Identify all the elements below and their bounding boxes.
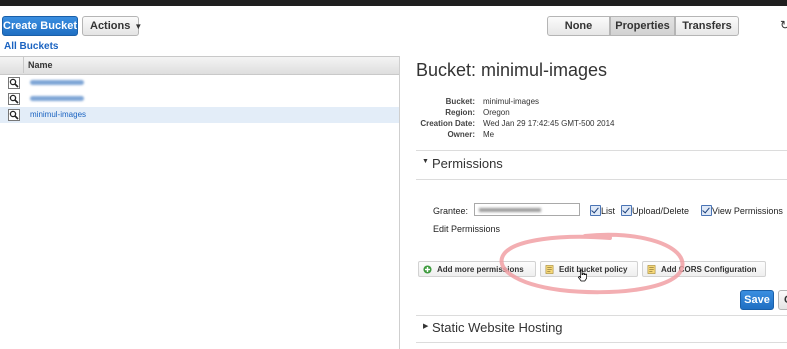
view-permissions-label: View Permissions <box>712 206 783 216</box>
field-value: minimul-images <box>483 97 540 106</box>
field-label: Owner: <box>447 130 475 139</box>
list-checkbox[interactable] <box>590 205 601 216</box>
bucket-row-selected[interactable]: minimul-images <box>0 107 399 123</box>
permissions-heading: Permissions <box>432 156 503 171</box>
field-value: Wed Jan 29 17:42:45 GMT-500 2014 <box>483 119 615 128</box>
view-permissions-checkbox[interactable] <box>701 205 712 216</box>
field-label: Creation Date: <box>420 119 475 128</box>
properties-title: Bucket: minimul-images <box>416 60 608 80</box>
upload-delete-checkbox[interactable] <box>621 205 632 216</box>
list-label: List <box>601 206 616 216</box>
refresh-icon[interactable]: ↻ <box>780 18 787 32</box>
save-button[interactable]: Save <box>740 290 774 310</box>
section-divider <box>416 179 787 180</box>
field-value: Me <box>483 130 495 139</box>
section-divider <box>416 315 787 316</box>
plus-circle-icon <box>423 265 432 274</box>
bucket-row[interactable] <box>0 75 399 91</box>
expanded-triangle-icon: ▼ <box>422 158 429 165</box>
bucket-row[interactable] <box>0 91 399 107</box>
actions-label: Actions <box>90 20 131 32</box>
grantee-label: Grantee: <box>433 206 469 216</box>
annotation-ellipse <box>499 232 685 295</box>
static-website-heading: Static Website Hosting <box>432 320 563 335</box>
field-label: Region: <box>445 108 475 117</box>
actions-dropdown[interactable]: Actions ▼ <box>82 16 143 36</box>
view-none-button[interactable]: None <box>547 16 610 36</box>
obscured-bucket-name <box>30 80 84 85</box>
upload-delete-label: Upload/Delete <box>632 206 690 216</box>
all-buckets-link[interactable]: All Buckets <box>4 41 58 52</box>
name-column-header[interactable]: Name <box>28 60 53 70</box>
static-website-section-header[interactable]: ▶ Static Website Hosting <box>422 320 622 336</box>
view-transfers-button[interactable]: Transfers <box>675 16 739 36</box>
header-separator <box>23 57 24 73</box>
create-bucket-button[interactable]: Create Bucket <box>2 16 78 36</box>
collapsed-triangle-icon: ▶ <box>423 323 429 330</box>
bucket-table-header: Name <box>0 56 399 75</box>
obscured-bucket-name <box>30 96 84 101</box>
magnifier-icon <box>8 93 20 105</box>
top-bar <box>0 0 787 6</box>
view-properties-button[interactable]: Properties <box>610 16 675 36</box>
section-divider <box>416 342 787 343</box>
grantee-input[interactable] <box>474 203 580 216</box>
section-divider <box>416 150 787 151</box>
chevron-down-icon: ▼ <box>134 21 143 31</box>
obscured-grantee-value <box>479 208 541 212</box>
magnifier-icon <box>8 77 20 89</box>
bucket-name[interactable]: minimul-images <box>30 110 86 119</box>
magnifier-icon <box>8 109 20 121</box>
field-label: Bucket: <box>445 97 475 106</box>
cancel-button[interactable]: C <box>778 290 787 310</box>
permissions-section-header[interactable]: ▼ Permissions <box>422 156 622 172</box>
field-value: Oregon <box>483 108 510 117</box>
